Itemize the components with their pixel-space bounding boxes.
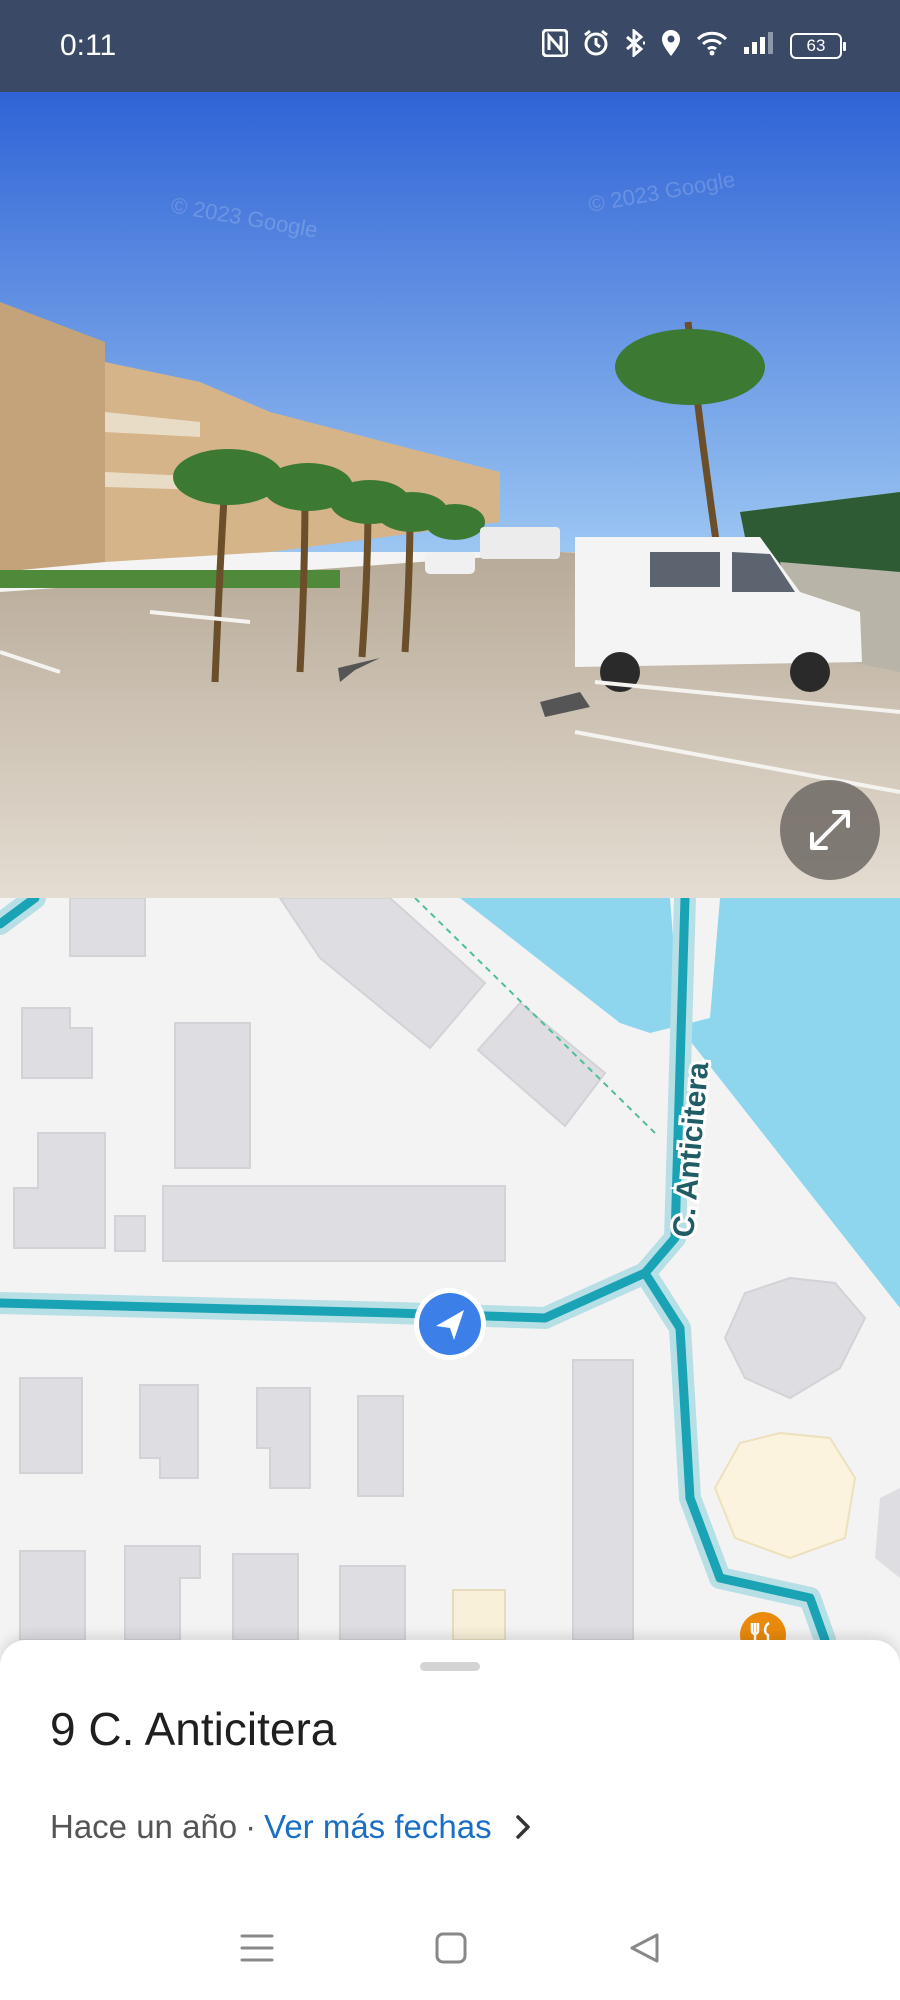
home-icon[interactable] <box>434 1931 468 1970</box>
signal-icon <box>742 31 776 62</box>
menu-icon[interactable] <box>239 1932 275 1969</box>
status-icons: 63 <box>541 27 846 64</box>
navigation-arrow-icon <box>412 1286 488 1362</box>
capture-date: Hace un año <box>50 1808 238 1845</box>
alarm-icon <box>582 29 610 64</box>
map-canvas: C. Anticitera <box>0 898 900 1640</box>
chevron-right-icon[interactable] <box>514 1814 532 1840</box>
status-time: 0:11 <box>60 29 117 62</box>
more-dates-link[interactable]: Ver más fechas <box>264 1808 491 1846</box>
drag-handle[interactable] <box>420 1662 480 1671</box>
street-view-image: © 2023 Google © 2023 Google <box>0 92 900 898</box>
location-icon <box>660 29 682 64</box>
battery-level: 63 <box>806 36 826 55</box>
separator: · <box>245 1808 257 1845</box>
bluetooth-icon <box>624 27 646 64</box>
map-view[interactable]: C. Anticitera <box>0 898 900 1640</box>
system-nav-bar <box>0 1900 900 2000</box>
nfc-icon <box>541 28 569 64</box>
address-title: 9 C. Anticitera <box>50 1703 337 1755</box>
expand-button[interactable] <box>780 780 880 880</box>
status-bar: 0:11 63 <box>0 0 900 92</box>
wifi-icon <box>696 30 728 63</box>
street-view-panorama[interactable]: © 2023 Google © 2023 Google <box>0 92 900 898</box>
back-icon[interactable] <box>627 1931 661 1970</box>
battery-icon: 63 <box>790 33 846 59</box>
date-line: Hace un año · Ver más fechas <box>50 1808 532 1846</box>
restaurant-icon[interactable] <box>738 1610 788 1640</box>
expand-icon <box>806 806 854 854</box>
